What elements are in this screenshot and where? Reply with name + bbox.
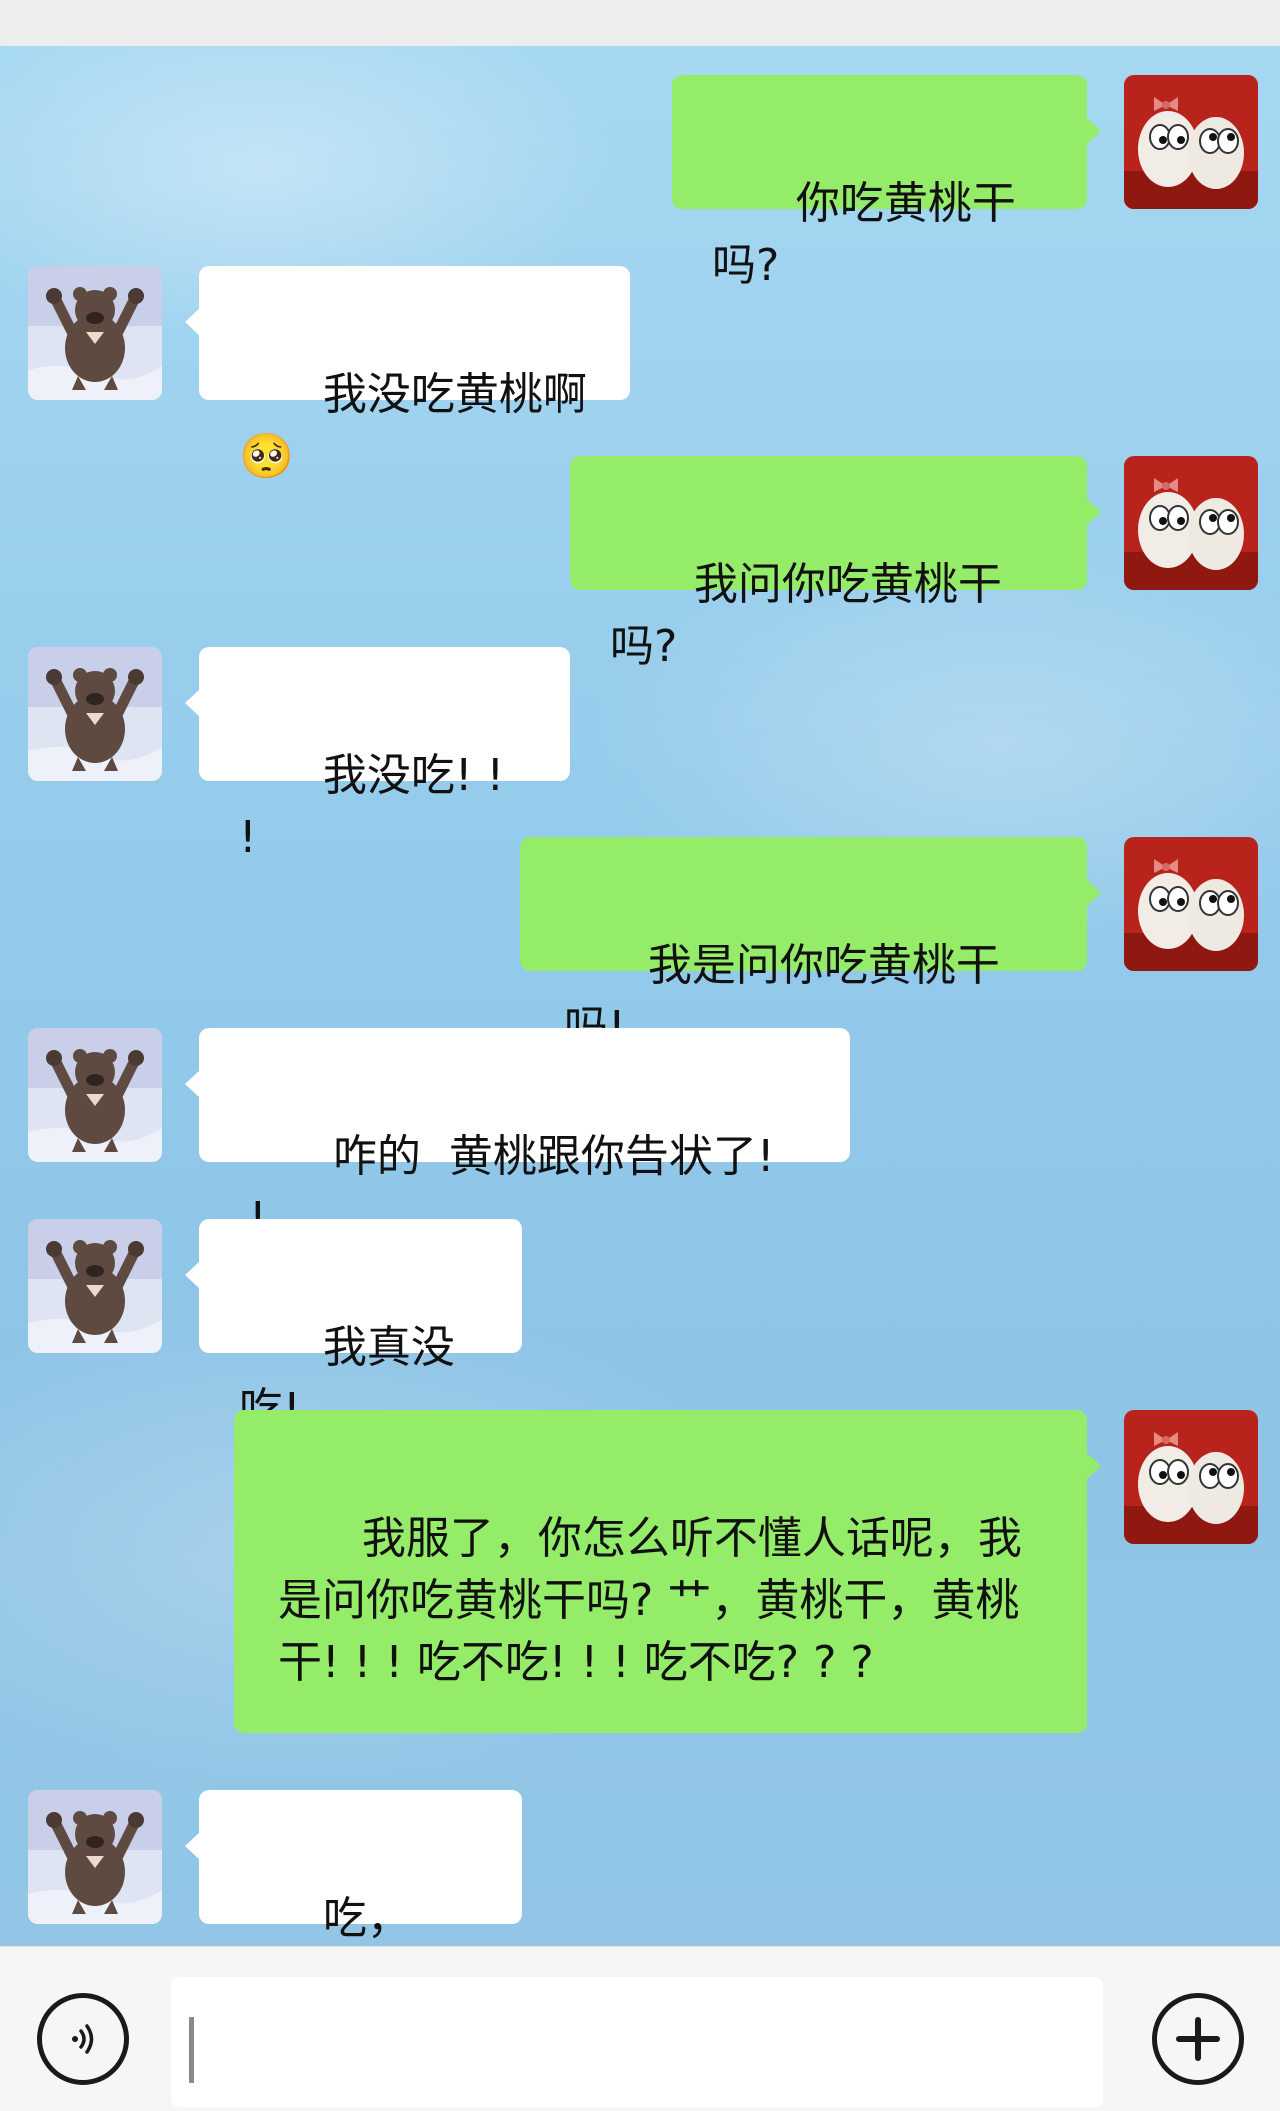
message-bubble-received[interactable]: 咋的 黄桃跟你告状了! ! (185, 1028, 850, 1244)
contact-avatar[interactable] (28, 1219, 162, 1353)
eggs-avatar-icon (1124, 837, 1258, 971)
eggs-avatar-icon (1124, 1410, 1258, 1544)
bear-avatar-icon (28, 1219, 162, 1353)
contact-avatar[interactable] (28, 1790, 162, 1924)
bear-avatar-icon (28, 1028, 162, 1162)
message-text: 我服了，你怎么听不懂人话呢，我是问你吃黄桃干吗? 艹，黄桃干，黄桃干! ! ! … (278, 1513, 1022, 1688)
status-bar (0, 0, 1280, 46)
contact-avatar[interactable] (28, 266, 162, 400)
message-bubble-sent[interactable]: 我问你吃黄桃干吗? (570, 456, 1101, 672)
message-input[interactable] (171, 1977, 1103, 2107)
text-cursor (189, 2017, 194, 2083)
message-bubble-sent[interactable]: 你吃黄桃干吗? (672, 75, 1101, 291)
my-avatar[interactable] (1124, 837, 1258, 971)
input-toolbar (0, 1946, 1280, 2111)
message-text: 我没吃! ! ! (239, 750, 519, 863)
bear-avatar-icon (28, 1790, 162, 1924)
message-bubble-received[interactable]: 吃，吃，吃 (185, 1790, 522, 1944)
message-text: 吃，吃，吃 (322, 1893, 411, 1944)
message-text: 我问你吃黄桃干吗? (610, 559, 1002, 672)
my-avatar[interactable] (1124, 1410, 1258, 1544)
voice-icon (63, 2019, 103, 2059)
contact-avatar[interactable] (28, 647, 162, 781)
bear-avatar-icon (28, 266, 162, 400)
bear-avatar-icon (28, 647, 162, 781)
message-bubble-received[interactable]: 我真没吃! (185, 1219, 522, 1435)
message-text: 你吃黄桃干吗? (712, 178, 1016, 291)
contact-avatar[interactable] (28, 1028, 162, 1162)
my-avatar[interactable] (1124, 75, 1258, 209)
voice-button[interactable] (37, 1993, 129, 2085)
message-bubble-received[interactable]: 我没吃! ! ! (185, 647, 570, 863)
eggs-avatar-icon (1124, 456, 1258, 590)
eggs-avatar-icon (1124, 75, 1258, 209)
message-bubble-sent[interactable]: 我服了，你怎么听不懂人话呢，我是问你吃黄桃干吗? 艹，黄桃干，黄桃干! ! ! … (234, 1410, 1101, 1733)
message-bubble-sent[interactable]: 我是问你吃黄桃干吗! (520, 837, 1101, 1053)
chat-area[interactable]: 你吃黄桃干吗? 我没吃黄桃啊🥺 我问你吃黄桃干吗? 我没吃! ! ! 我是问你吃… (0, 46, 1280, 1946)
message-bubble-received[interactable]: 我没吃黄桃啊🥺 (185, 266, 630, 482)
plus-button[interactable] (1152, 1993, 1244, 2085)
message-text: 我没吃黄桃啊🥺 (239, 369, 587, 482)
my-avatar[interactable] (1124, 456, 1258, 590)
